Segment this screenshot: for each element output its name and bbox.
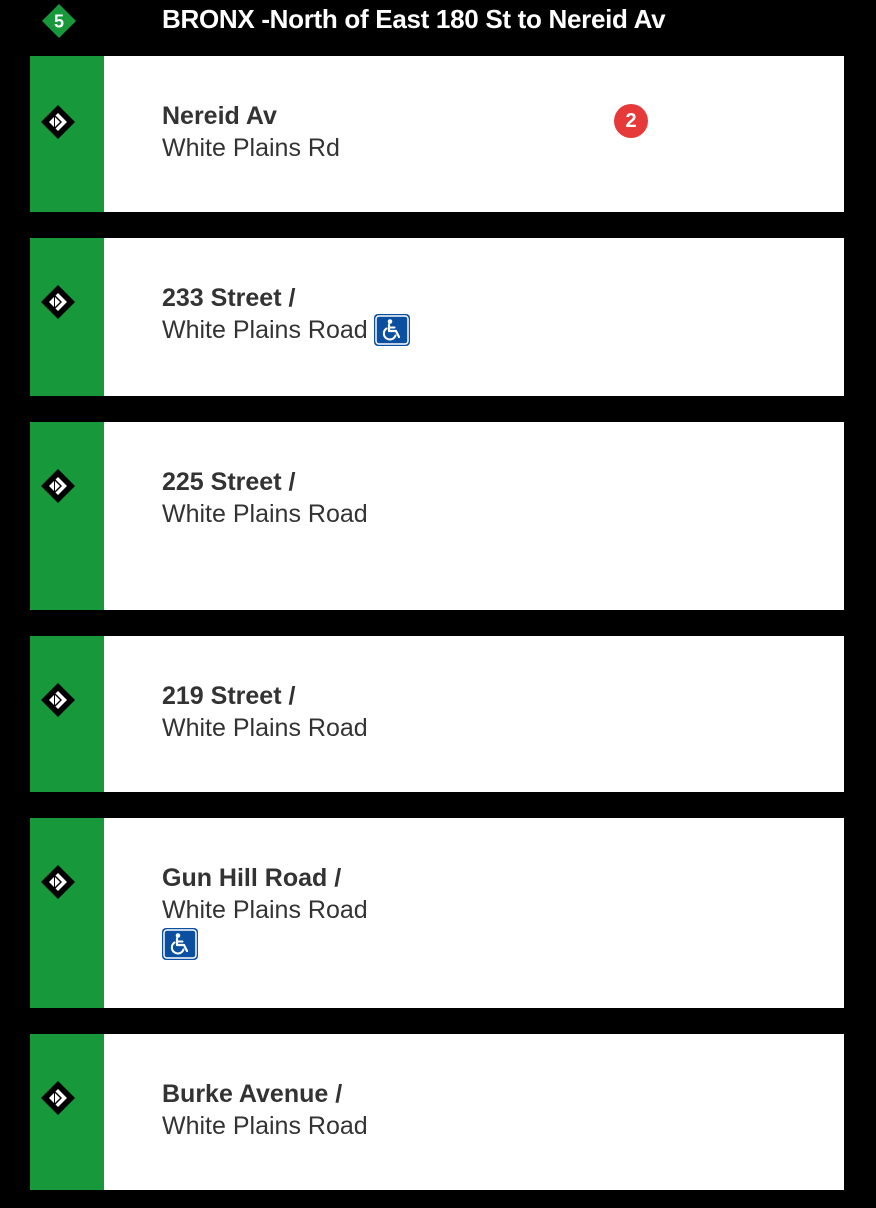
stop-marker-icon (40, 682, 76, 718)
station-street: White Plains Rd (162, 134, 340, 162)
route-number: 5 (54, 12, 64, 32)
station-street: White Plains Road (162, 314, 410, 346)
line-stripe (30, 238, 104, 396)
wheelchair-accessible-icon (162, 928, 198, 960)
route-header: 5 BRONX -North of East 180 St to Nereid … (0, 0, 876, 40)
station-name: Gun Hill Road / (162, 864, 342, 892)
station-text: 225 Street / White Plains Road (162, 466, 368, 530)
stop-marker-icon (40, 284, 76, 320)
line-stripe (30, 1034, 104, 1190)
station-street-text: White Plains Road (162, 316, 368, 344)
wheelchair-accessible-icon (374, 314, 410, 346)
station-name: Burke Avenue / (162, 1080, 343, 1108)
station-row-nereid-av[interactable]: Nereid Av White Plains Rd 2 (30, 56, 844, 212)
line-stripe (30, 636, 104, 792)
stop-marker-icon (40, 864, 76, 900)
station-row-burke-avenue[interactable]: Burke Avenue / White Plains Road (30, 1034, 844, 1190)
station-row-225-street[interactable]: 225 Street / White Plains Road (30, 422, 844, 610)
station-street: White Plains Road (162, 896, 368, 924)
station-text: Gun Hill Road / White Plains Road (162, 862, 368, 960)
station-street: White Plains Road (162, 500, 368, 528)
station-street: White Plains Road (162, 1112, 368, 1140)
station-name: 233 Street / (162, 284, 296, 312)
station-row-233-street[interactable]: 233 Street / White Plains Road (30, 238, 844, 396)
line-stripe (30, 818, 104, 1008)
station-row-219-street[interactable]: 219 Street / White Plains Road (30, 636, 844, 792)
station-text: Burke Avenue / White Plains Road (162, 1078, 368, 1142)
service-alert-badge[interactable]: 2 (614, 104, 648, 138)
page-title: BRONX -North of East 180 St to Nereid Av (162, 4, 666, 34)
station-row-gun-hill-road[interactable]: Gun Hill Road / White Plains Road (30, 818, 844, 1008)
station-name: 225 Street / (162, 468, 296, 496)
stop-marker-icon (40, 468, 76, 504)
route-5-icon: 5 (42, 4, 76, 38)
station-text: Nereid Av White Plains Rd (162, 100, 340, 164)
station-text: 219 Street / White Plains Road (162, 680, 368, 744)
line-stripe (30, 56, 104, 212)
station-street: White Plains Road (162, 714, 368, 742)
stop-marker-icon (40, 1080, 76, 1116)
station-name: 219 Street / (162, 682, 296, 710)
line-stripe (30, 422, 104, 610)
stop-marker-icon (40, 104, 76, 140)
station-name: Nereid Av (162, 102, 277, 130)
station-text: 233 Street / White Plains Road (162, 282, 410, 346)
